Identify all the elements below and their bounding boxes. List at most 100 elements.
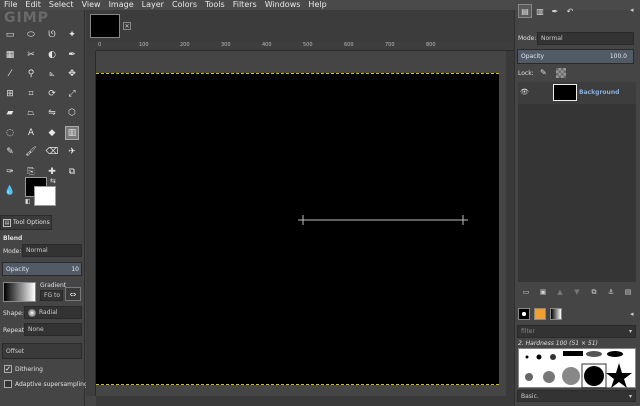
blend-icon[interactable]: ▥ xyxy=(65,125,79,140)
brush-thumb-2[interactable] xyxy=(536,354,542,360)
brush-filter-input[interactable]: filter ▾ xyxy=(517,325,636,338)
foreground-select-icon[interactable]: ◐ xyxy=(45,48,59,62)
shear-icon[interactable]: ▰ xyxy=(3,106,17,120)
fuzzy-select-icon[interactable]: ✦ xyxy=(65,28,79,42)
menu-windows[interactable]: Windows xyxy=(265,0,301,10)
text-icon[interactable]: A xyxy=(24,126,38,140)
tab-tool-options[interactable]: ▤ Tool Options xyxy=(0,215,52,230)
cage-icon[interactable]: ⬡ xyxy=(65,106,79,120)
shape-select[interactable]: Radial xyxy=(24,306,82,319)
menu-select[interactable]: Select xyxy=(49,0,74,10)
paths-tab-icon[interactable]: ✒ xyxy=(548,4,562,18)
menu-layer[interactable]: Layer xyxy=(142,0,164,10)
brush-thumb-10[interactable] xyxy=(584,366,604,386)
raise-layer-icon[interactable]: ▲ xyxy=(555,287,565,297)
perspective-clone-icon[interactable]: ⧉ xyxy=(65,165,79,179)
crop-icon[interactable]: ⌗ xyxy=(24,87,38,101)
flip-icon[interactable]: ⇋ xyxy=(45,106,59,120)
bucket-fill-icon[interactable]: ◆ xyxy=(45,126,59,140)
lock-alpha-icon[interactable] xyxy=(556,68,566,78)
gradients-tab-icon[interactable] xyxy=(550,308,562,320)
ink-icon[interactable]: ✑ xyxy=(3,165,17,179)
layers-tab-icon[interactable]: ▤ xyxy=(518,4,532,18)
brush-thumb-1[interactable] xyxy=(525,355,529,359)
channels-tab-icon[interactable]: ▥ xyxy=(533,4,547,18)
rect-select-icon[interactable]: ▭ xyxy=(3,28,17,42)
menu-view[interactable]: View xyxy=(82,0,101,10)
offset-slider[interactable]: Offset xyxy=(2,343,82,359)
image-tab-thumbnail[interactable] xyxy=(90,14,120,38)
scissors-icon[interactable]: ✂ xyxy=(24,48,38,62)
airbrush-icon[interactable]: ✈ xyxy=(65,145,79,159)
brushes-grid[interactable] xyxy=(518,348,636,389)
opacity-slider[interactable]: Opacity 10 xyxy=(2,262,82,276)
background-color-swatch[interactable] xyxy=(34,186,56,206)
menu-edit[interactable]: Edit xyxy=(25,0,41,10)
duplicate-layer-icon[interactable]: ⧉ xyxy=(589,287,599,297)
pencil-icon[interactable]: ✎ xyxy=(3,145,17,159)
eraser-icon[interactable]: ⌫ xyxy=(45,145,59,159)
lock-pixels-icon[interactable]: ✎ xyxy=(540,68,547,77)
menu-filters[interactable]: Filters xyxy=(233,0,257,10)
brush-thumb-8[interactable] xyxy=(543,371,555,383)
brush-thumb-3[interactable] xyxy=(550,354,556,360)
layer-opacity-slider[interactable]: Opacity 100.0 xyxy=(517,49,634,64)
patterns-tab-icon[interactable] xyxy=(534,308,546,320)
repeat-select[interactable]: None xyxy=(24,323,82,336)
swap-colors-icon[interactable]: ⇆ xyxy=(50,177,58,185)
scale-icon[interactable]: ⤢ xyxy=(65,87,79,101)
new-layer-icon[interactable]: ▭ xyxy=(521,287,531,297)
layer-name[interactable]: Background xyxy=(579,89,619,96)
mode-select[interactable]: Normal xyxy=(22,244,82,257)
anchor-layer-icon[interactable]: ⚓ xyxy=(606,287,616,297)
rotate-icon[interactable]: ⟳ xyxy=(45,87,59,101)
brush-thumb-7[interactable] xyxy=(525,373,533,381)
blur-icon[interactable]: 💧 xyxy=(3,184,17,198)
delete-layer-icon[interactable]: ▤ xyxy=(623,287,633,297)
dock-menu-icon[interactable]: ◂ xyxy=(630,6,634,14)
free-select-icon[interactable]: ᘎ xyxy=(45,28,59,42)
move-icon[interactable]: ✥ xyxy=(65,67,79,81)
dithering-checkbox[interactable]: ✓ xyxy=(4,365,12,373)
reverse-gradient-icon[interactable]: ⇔ xyxy=(65,287,81,301)
brushes-tab-icon[interactable] xyxy=(518,308,530,320)
brush-thumb-5[interactable] xyxy=(586,351,602,357)
menu-image[interactable]: Image xyxy=(109,0,134,10)
ellipse-select-icon[interactable]: ⬭ xyxy=(24,28,38,42)
close-image-icon[interactable]: ✕ xyxy=(123,22,131,30)
gradient-name-field[interactable]: FG to T xyxy=(40,290,63,301)
align-icon[interactable]: ⊞ xyxy=(3,87,17,101)
paths-icon[interactable]: ✒ xyxy=(65,48,79,62)
new-layer-group-icon[interactable]: ▣ xyxy=(538,287,548,297)
menu-colors[interactable]: Colors xyxy=(172,0,197,10)
ruler-corner[interactable] xyxy=(86,42,96,51)
brushes-menu-icon[interactable]: ◂ xyxy=(630,310,634,318)
image-canvas[interactable] xyxy=(96,73,499,385)
menu-help[interactable]: Help xyxy=(308,0,326,10)
adaptive-supersampling-checkbox[interactable] xyxy=(4,380,12,388)
vertical-scrollbar[interactable] xyxy=(506,51,514,396)
color-picker-icon[interactable]: ⁄ xyxy=(3,67,17,81)
paintbrush-icon[interactable]: 🖌 xyxy=(24,145,38,159)
vertical-ruler[interactable] xyxy=(86,51,96,396)
lower-layer-icon[interactable]: ▼ xyxy=(572,287,582,297)
brush-thumb-star[interactable] xyxy=(606,363,632,388)
horizontal-scrollbar[interactable] xyxy=(96,396,514,406)
brush-thumb-4[interactable] xyxy=(563,351,583,356)
warp-icon[interactable]: ◌ xyxy=(3,126,17,140)
measure-icon[interactable]: ⦝ xyxy=(45,67,59,81)
undo-history-tab-icon[interactable]: ↶ xyxy=(563,4,577,18)
brush-preset-select[interactable]: Basic. ▾ xyxy=(517,390,636,402)
brush-thumb-6[interactable] xyxy=(607,351,623,357)
brush-thumb-9[interactable] xyxy=(562,367,580,385)
layer-thumbnail[interactable] xyxy=(553,84,577,101)
default-colors-icon[interactable]: ◧ xyxy=(25,198,33,206)
select-by-color-icon[interactable]: ▦ xyxy=(3,48,17,62)
eye-visibility-icon[interactable]: 👁 xyxy=(520,88,529,96)
zoom-icon[interactable]: ⚲ xyxy=(24,67,38,81)
horizontal-ruler[interactable]: 0 100 200 300 400 500 600 700 800 xyxy=(96,42,514,51)
menu-tools[interactable]: Tools xyxy=(205,0,225,10)
layer-mode-select[interactable]: Normal xyxy=(537,32,634,45)
gradient-preview[interactable] xyxy=(3,282,36,302)
perspective-icon[interactable]: ⏢ xyxy=(24,106,38,120)
